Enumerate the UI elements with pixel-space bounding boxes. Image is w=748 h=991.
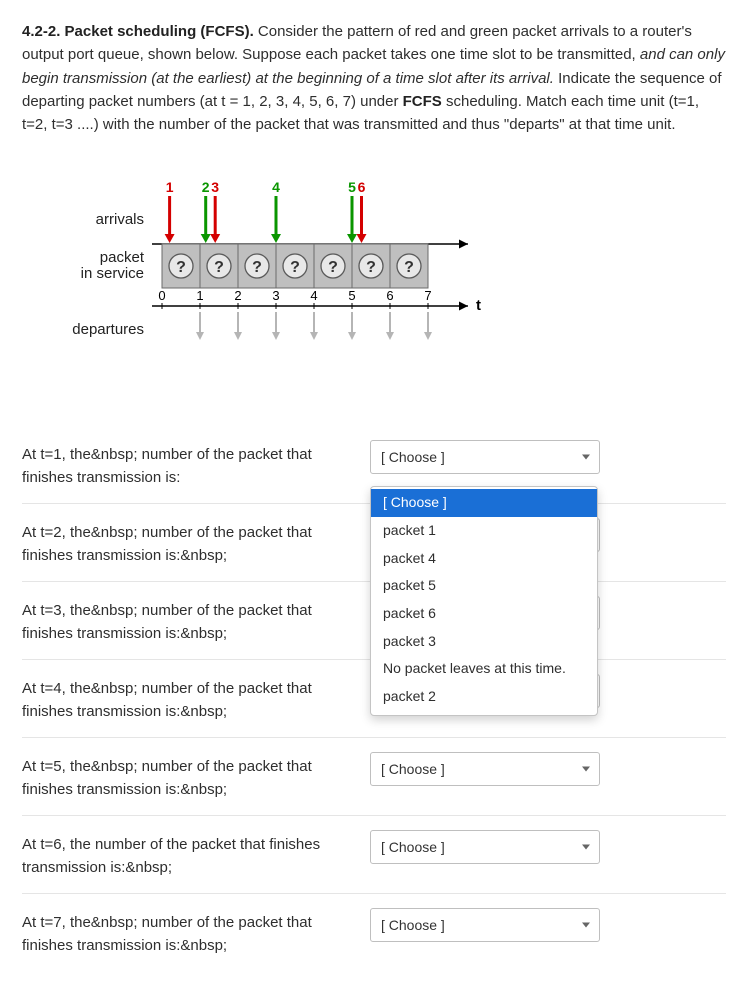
svg-text:3: 3 <box>272 288 279 303</box>
dropdown-option[interactable]: packet 1 <box>371 517 597 545</box>
problem-number: 4.2-2. <box>22 23 60 40</box>
question-list: At t=1, the&nbsp; number of the packet t… <box>22 426 726 971</box>
question-row: At t=6, the number of the packet that fi… <box>22 816 726 894</box>
svg-text:1: 1 <box>166 179 174 195</box>
svg-text:1: 1 <box>196 288 203 303</box>
answer-select[interactable]: [ Choose ] <box>370 908 600 942</box>
question-label: At t=3, the&nbsp; number of the packet t… <box>22 596 362 645</box>
question-label: At t=7, the&nbsp; number of the packet t… <box>22 908 362 957</box>
answer-select-shell: [ Choose ] <box>370 830 600 864</box>
svg-text:?: ? <box>366 259 376 276</box>
dropdown-option[interactable]: packet 2 <box>371 683 597 711</box>
question-label: At t=2, the&nbsp; number of the packet t… <box>22 518 362 567</box>
svg-text:?: ? <box>404 259 414 276</box>
svg-text:t: t <box>476 297 481 314</box>
svg-text:6: 6 <box>386 288 393 303</box>
timing-diagram: arrivals packetin service departures??????… <box>22 162 726 416</box>
svg-text:4: 4 <box>272 179 280 195</box>
answer-select[interactable]: [ Choose ] <box>370 752 600 786</box>
question-label: At t=1, the&nbsp; number of the packet t… <box>22 440 362 489</box>
problem-fcfs: FCFS <box>403 93 442 110</box>
question-row: At t=1, the&nbsp; number of the packet t… <box>22 426 726 504</box>
svg-text:3: 3 <box>211 179 219 195</box>
svg-text:?: ? <box>176 259 186 276</box>
dropdown-option[interactable]: [ Choose ] <box>371 489 597 517</box>
svg-text:in service: in service <box>81 265 144 282</box>
svg-text:5: 5 <box>348 288 355 303</box>
question-label: At t=5, the&nbsp; number of the packet t… <box>22 752 362 801</box>
problem-title: Packet scheduling (FCFS). <box>65 23 254 40</box>
question-row: At t=7, the&nbsp; number of the packet t… <box>22 894 726 971</box>
svg-text:4: 4 <box>310 288 317 303</box>
svg-text:2: 2 <box>202 179 210 195</box>
answer-select[interactable]: [ Choose ] <box>370 830 600 864</box>
problem-statement: 4.2-2. Packet scheduling (FCFS). Conside… <box>22 20 726 136</box>
dropdown-option[interactable]: No packet leaves at this time. <box>371 655 597 683</box>
svg-text:?: ? <box>214 259 224 276</box>
answer-select-shell: [ Choose ] <box>370 908 600 942</box>
question-label: At t=6, the number of the packet that fi… <box>22 830 362 879</box>
dropdown-option[interactable]: packet 6 <box>371 600 597 628</box>
timing-diagram-svg: arrivals packetin service departures??????… <box>42 166 512 376</box>
dropdown-option[interactable]: packet 5 <box>371 572 597 600</box>
question-row: At t=5, the&nbsp; number of the packet t… <box>22 738 726 816</box>
svg-text:packet: packet <box>100 249 145 266</box>
svg-text:departures: departures <box>72 321 144 338</box>
svg-text:?: ? <box>290 259 300 276</box>
svg-text:0: 0 <box>158 288 165 303</box>
dropdown-option[interactable]: packet 3 <box>371 628 597 656</box>
answer-dropdown-open: [ Choose ]packet 1packet 4packet 5packet… <box>370 486 598 716</box>
svg-text:arrivals: arrivals <box>96 211 144 228</box>
answer-select-shell: [ Choose ][ Choose ]packet 1packet 4pack… <box>370 440 600 474</box>
dropdown-option[interactable]: packet 4 <box>371 545 597 573</box>
svg-text:7: 7 <box>424 288 431 303</box>
svg-text:?: ? <box>328 259 338 276</box>
svg-text:5: 5 <box>348 179 356 195</box>
svg-text:6: 6 <box>358 179 366 195</box>
answer-select[interactable]: [ Choose ] <box>370 440 600 474</box>
answer-select-shell: [ Choose ] <box>370 752 600 786</box>
question-label: At t=4, the&nbsp; number of the packet t… <box>22 674 362 723</box>
svg-text:?: ? <box>252 259 262 276</box>
svg-text:2: 2 <box>234 288 241 303</box>
